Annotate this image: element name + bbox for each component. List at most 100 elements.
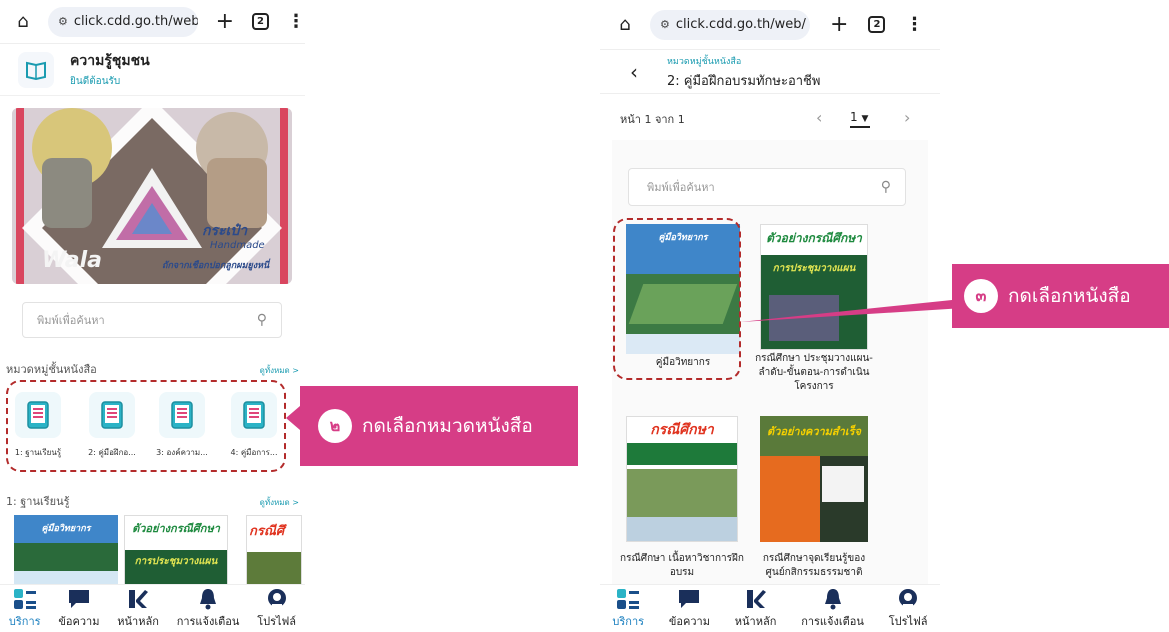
tab-switcher-button[interactable]: 2 — [868, 16, 886, 33]
nav-label: หน้าหลัก — [734, 614, 777, 628]
profile-icon — [897, 588, 919, 610]
next-page-icon[interactable]: › — [904, 108, 910, 127]
breadcrumb[interactable]: หมวดหมู่ชั้นหนังสือ — [667, 54, 741, 68]
nav-label: โปรไฟล์ — [888, 614, 928, 628]
new-tab-icon[interactable]: + — [216, 9, 234, 34]
nav-label: การแจ้งเตือน — [801, 614, 864, 628]
url-text: click.cdd.go.th/web/ — [73, 14, 198, 29]
book-cover-title: ตัวอย่างกรณีศึกษา — [766, 231, 862, 245]
categories-highlight — [6, 380, 286, 472]
callout-2: ๒ กดเลือกหมวดหนังสือ — [300, 386, 578, 466]
back-arrow-icon[interactable]: ‹ — [630, 60, 638, 84]
nav-notifications[interactable]: การแจ้งเตือน — [176, 588, 240, 630]
nav-home[interactable]: หน้าหลัก — [117, 588, 159, 630]
app-title: ความรู้ชุมชน — [70, 53, 150, 69]
home-icon[interactable]: ⌂ — [614, 14, 636, 36]
banner-title: กระเป๋า — [202, 223, 248, 239]
site-settings-icon[interactable]: ⚙ — [660, 18, 670, 31]
search-placeholder: พิมพ์เพื่อค้นหา — [647, 181, 715, 194]
browser-toolbar: ⌂ ⚙ click.cdd.go.th/web/ + 2 ⋮ — [0, 0, 305, 44]
app-logo — [18, 51, 54, 88]
nav-home[interactable]: หน้าหลัก — [734, 588, 777, 630]
prev-page-icon[interactable]: ‹ — [816, 108, 822, 127]
book-caption-2[interactable]: กรณีศึกษา ประชุมวางแผน-ลำดับ-ขั้นตอน-การ… — [754, 352, 874, 394]
left-phone-screen: ⌂ ⚙ click.cdd.go.th/web/ + 2 ⋮ ความรู้ชุ… — [0, 0, 305, 632]
callout-2-number: ๒ — [318, 409, 352, 443]
browser-toolbar: ⌂ ⚙ click.cdd.go.th/web/ + 2 ⋮ — [600, 0, 940, 50]
page-header: ‹ หมวดหมู่ชั้นหนังสือ 2: คู่มือฝึกอบรมทั… — [600, 50, 940, 94]
page-info: หน้า 1 จาก 1 — [620, 113, 685, 126]
callout-3-text: กดเลือกหนังสือ — [1008, 285, 1131, 307]
grid-icon — [617, 588, 640, 610]
book-thumb-subtitle: การประชุมวางแผน — [134, 556, 218, 567]
new-tab-icon[interactable]: + — [830, 12, 848, 37]
book-highlight — [613, 218, 741, 380]
book-cover-4[interactable]: ตัวอย่างความสำเร็จ — [760, 416, 868, 542]
callout-2-text: กดเลือกหมวดหนังสือ — [362, 415, 533, 437]
message-icon — [678, 588, 700, 610]
nav-messages[interactable]: ข้อความ — [58, 588, 99, 630]
book-thumb-2[interactable]: ตัวอย่างกรณีศึกษา การประชุมวางแผน — [124, 515, 228, 585]
promo-banner[interactable]: Wala กระเป๋า Handmade ถักจากเชือกปอกลูกผ… — [12, 108, 292, 284]
book-caption-4[interactable]: กรณีศึกษาจุดเรียนรู้ของศูนย์กสิกรรมธรรมช… — [754, 552, 874, 580]
book-cover-title: ตัวอย่างความสำเร็จ — [767, 425, 861, 438]
categories-section-header: หมวดหมู่ชั้นหนังสือ ดูทั้งหมด > — [6, 360, 299, 378]
book-cover-title: กรณีศึกษา — [650, 422, 714, 438]
books-section-header: 1: ฐานเรียนรู้ ดูทั้งหมด > — [6, 492, 299, 510]
site-settings-icon[interactable]: ⚙ — [58, 15, 68, 28]
nav-label: หน้าหลัก — [117, 614, 159, 628]
bottom-nav: บริการ ข้อความ หน้าหลัก การแจ้งเตือน โปร… — [600, 584, 940, 632]
book-caption-3[interactable]: กรณีศึกษา เนื้อหาวิชาการฝึกอบรม — [620, 552, 744, 580]
page-select[interactable]: 1 ▼ — [850, 110, 871, 128]
home-icon[interactable]: ⌂ — [12, 11, 34, 33]
message-icon — [68, 588, 90, 610]
app-subtitle: ยินดีต้อนรับ — [70, 76, 121, 87]
nav-label: บริการ — [612, 614, 645, 628]
url-text: click.cdd.go.th/web/ — [675, 17, 806, 32]
search-placeholder: พิมพ์เพื่อค้นหา — [37, 314, 105, 327]
search-input[interactable]: พิมพ์เพื่อค้นหา ⚲ — [628, 168, 906, 206]
books-see-all-link[interactable]: ดูทั้งหมด > — [260, 496, 299, 509]
search-icon[interactable]: ⚲ — [881, 179, 891, 195]
book-cover-3[interactable]: กรณีศึกษา — [626, 416, 738, 542]
book-open-icon — [26, 61, 46, 80]
nav-services[interactable]: บริการ — [612, 588, 644, 630]
search-icon[interactable]: ⚲ — [257, 312, 267, 328]
chevron-down-icon: ▼ — [861, 114, 869, 124]
nav-messages[interactable]: ข้อความ — [669, 588, 710, 630]
nav-profile[interactable]: โปรไฟล์ — [889, 588, 928, 630]
address-bar[interactable]: ⚙ click.cdd.go.th/web/ — [47, 6, 198, 37]
book-thumb-title: ตัวอย่างกรณีศึกษา — [132, 522, 220, 535]
nav-services[interactable]: บริการ — [9, 588, 41, 630]
pagination: หน้า 1 จาก 1 ‹ 1 ▼ › — [620, 108, 920, 130]
tab-switcher-button[interactable]: 2 — [252, 13, 269, 30]
menu-icon[interactable]: ⋮ — [287, 11, 305, 32]
categories-see-all-link[interactable]: ดูทั้งหมด > — [260, 364, 299, 377]
nav-label: การแจ้งเตือน — [176, 614, 240, 628]
nav-notifications[interactable]: การแจ้งเตือน — [801, 588, 864, 630]
book-thumb-3[interactable]: กรณีศึ — [246, 515, 302, 585]
nav-label: บริการ — [8, 614, 41, 628]
book-cover-2[interactable]: ตัวอย่างกรณีศึกษา การประชุมวางแผน — [760, 224, 868, 350]
bottom-nav: บริการ ข้อความ หน้าหลัก การแจ้งเตือน โปร… — [0, 584, 305, 632]
banner-script: Handmade — [210, 240, 265, 251]
address-bar[interactable]: ⚙ click.cdd.go.th/web/ — [650, 9, 810, 40]
book-thumb-1[interactable]: คู่มือวิทยากร — [14, 515, 118, 585]
book-thumb-title: กรณีศึ — [249, 524, 285, 539]
banner-brand: Wala — [42, 248, 103, 273]
book-thumb-title: คู่มือวิทยากร — [41, 524, 91, 534]
callout-3: ๓ กดเลือกหนังสือ — [952, 264, 1169, 328]
bell-icon — [198, 588, 218, 610]
books-section-title: 1: ฐานเรียนรู้ — [6, 495, 70, 508]
callout-3-number: ๓ — [964, 279, 998, 313]
page-select-value: 1 — [850, 110, 858, 124]
nav-label: โปรไฟล์ — [257, 614, 297, 628]
nav-label: ข้อความ — [58, 614, 100, 628]
nav-profile[interactable]: โปรไฟล์ — [257, 588, 296, 630]
profile-icon — [266, 588, 288, 610]
grid-icon — [13, 588, 36, 610]
banner-caption: ถักจากเชือกปอกลูกผมยูงหนี่ — [162, 261, 270, 271]
search-input[interactable]: พิมพ์เพื่อค้นหา ⚲ — [22, 302, 282, 338]
app-header: ความรู้ชุมชน ยินดีต้อนรับ — [0, 44, 305, 96]
menu-icon[interactable]: ⋮ — [905, 14, 923, 35]
